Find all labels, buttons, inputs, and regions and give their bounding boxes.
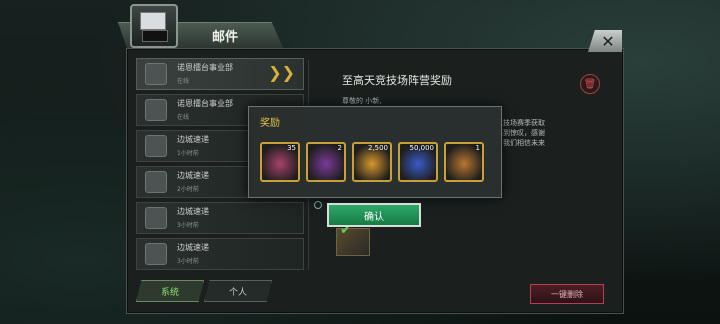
reward-item[interactable]: 35 [260, 142, 300, 182]
mail-time: 2小时前 [177, 186, 199, 193]
mail-sender: 边城速递 [177, 135, 209, 144]
rewards-row: 35 2 2,500 50,000 1 [260, 142, 496, 184]
reward-item[interactable]: 2 [306, 142, 346, 182]
reward-count: 2,500 [367, 144, 388, 152]
reward-item[interactable]: 1 [444, 142, 484, 182]
mail-list-item[interactable]: 边城速递 3小时前 [136, 202, 304, 234]
mail-list-item[interactable]: 诺恩擂台事业部 在线 ❯❯ [136, 58, 304, 90]
mail-list-item[interactable]: 边城速递 3小时前 [136, 238, 304, 270]
mail-icon [130, 4, 178, 48]
window-title: 邮件 [212, 30, 239, 45]
trash-icon[interactable]: 🗑 [580, 74, 600, 94]
chevron-right-icon: ❯❯ [268, 63, 295, 82]
mail-sender: 边城速递 [177, 207, 209, 216]
confirm-button[interactable]: 确认 [327, 203, 421, 227]
delete-all-button[interactable]: 一键删除 [530, 284, 604, 304]
mail-detail-line: 感到惊叹，感谢 [496, 129, 545, 137]
mail-item-icon [145, 243, 167, 265]
mail-item-icon [145, 171, 167, 193]
mail-time: 3小时前 [177, 222, 199, 229]
mail-time: 在线 [177, 114, 190, 121]
reward-count: 2 [337, 144, 342, 152]
attachment-status-icon [314, 201, 322, 209]
reward-item[interactable]: 50,000 [398, 142, 438, 182]
reward-item[interactable]: 2,500 [352, 142, 392, 182]
mail-detail-line: ，我们相信未来 [496, 139, 545, 147]
tab-system[interactable]: 系统 [136, 280, 204, 302]
mail-sender: 边城速递 [177, 171, 209, 180]
mail-sender: 诺恩擂台事业部 [177, 99, 233, 108]
mail-time: 3小时前 [177, 258, 199, 265]
mail-item-icon [145, 63, 167, 85]
mail-item-icon [145, 135, 167, 157]
reward-count: 50,000 [409, 144, 435, 152]
reward-count: 35 [287, 144, 296, 152]
mail-detail-line: 竞技场赛季获取 [496, 119, 545, 127]
mail-item-icon [145, 99, 167, 121]
mail-item-icon [145, 207, 167, 229]
mail-sender: 诺恩擂台事业部 [177, 63, 233, 72]
rewards-popup-title: 奖励 [260, 118, 280, 129]
mail-time: 1小时前 [177, 150, 199, 157]
mail-detail-title: 至高天竞技场阵营奖励 [342, 74, 452, 87]
mail-time: 在线 [177, 78, 190, 85]
tab-personal[interactable]: 个人 [204, 280, 272, 302]
mail-sender: 边城速递 [177, 243, 209, 252]
mail-detail-greeting: 尊敬的 小新, [342, 97, 382, 105]
reward-count: 1 [475, 144, 480, 152]
